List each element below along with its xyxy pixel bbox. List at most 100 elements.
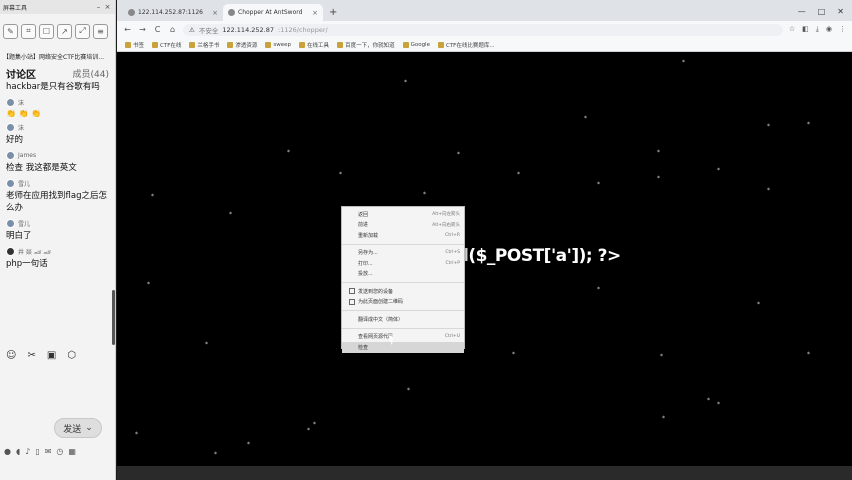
- back-button[interactable]: ←: [123, 25, 132, 34]
- expand-icon[interactable]: ⤢: [75, 23, 90, 39]
- bookmark-item[interactable]: 百度一下，你就知道: [337, 41, 395, 49]
- chat-toolbar: ✎ ⌗ ☐ ↗ ⤢ ≡: [0, 14, 115, 48]
- avatar[interactable]: [6, 151, 15, 160]
- chevron-down-icon[interactable]: ⌄: [85, 423, 93, 433]
- reload-button[interactable]: C: [153, 25, 162, 34]
- volume-icon[interactable]: ◖: [16, 447, 20, 456]
- security-label: 不安全: [198, 26, 219, 35]
- bookmark-item[interactable]: 兰格手书: [189, 41, 219, 49]
- home-button[interactable]: ⌂: [168, 25, 177, 34]
- minimize-button[interactable]: —: [798, 7, 806, 16]
- author-name: James: [18, 152, 37, 159]
- new-tab-button[interactable]: +: [323, 7, 343, 21]
- minimize-icon[interactable]: –: [94, 3, 103, 11]
- send-button[interactable]: 发送 ⌄: [54, 418, 102, 438]
- close-icon[interactable]: ×: [103, 3, 112, 11]
- profile-icon[interactable]: ◉: [826, 25, 832, 34]
- context-menu-item[interactable]: 为此页面创建二维码: [342, 297, 464, 308]
- star-decoration: *: [512, 351, 515, 358]
- extension-icon[interactable]: ◧: [802, 25, 809, 34]
- close-tab-icon[interactable]: ×: [212, 9, 218, 17]
- device-icon: [349, 288, 355, 295]
- forward-button[interactable]: →: [138, 25, 147, 34]
- settings-icon[interactable]: ⬡: [67, 350, 76, 361]
- device-icon: [349, 298, 355, 305]
- bookmark-item[interactable]: 在线工具: [299, 41, 329, 49]
- bookmark-item[interactable]: 书签: [125, 41, 144, 49]
- context-menu-item[interactable]: 重新加载 Ctrl+R: [342, 230, 464, 241]
- star-decoration: *: [214, 451, 217, 458]
- context-menu-item[interactable]: 投放...: [342, 269, 464, 280]
- star-decoration: *: [657, 175, 660, 182]
- list-icon[interactable]: ≡: [93, 23, 108, 39]
- mic-icon[interactable]: ●: [4, 447, 11, 456]
- url-path: :1126/chopper/: [278, 25, 328, 34]
- author-name: 井 燚 🏎 🏎: [18, 249, 51, 256]
- context-menu-item[interactable]: 查看网页源代码 Ctrl+U: [342, 332, 464, 343]
- crop-icon[interactable]: ⌗: [21, 23, 36, 39]
- bookmark-item[interactable]: Google: [402, 41, 430, 48]
- context-menu-item[interactable]: 返回 Alt+向左箭头: [342, 209, 464, 220]
- folder-icon: [437, 41, 444, 48]
- doc-icon[interactable]: ▯: [35, 447, 39, 456]
- star-decoration: *: [205, 341, 208, 348]
- music-icon[interactable]: ♪: [25, 447, 30, 456]
- grid-icon[interactable]: ▦: [68, 447, 76, 456]
- message-author: James: [0, 149, 115, 162]
- mail-icon[interactable]: ✉: [45, 447, 52, 456]
- maximize-button[interactable]: □: [818, 7, 826, 16]
- avatar[interactable]: [6, 219, 15, 228]
- bookmark-item[interactable]: sweep: [265, 41, 291, 48]
- context-menu-item[interactable]: 发送到您的设备: [342, 286, 464, 297]
- context-menu-item[interactable]: 前进 Alt+向右箭头: [342, 220, 464, 231]
- message-list: hackbar是只有谷歌有吗沫 👏 👏 👏 沫好的 James 检查 我这都是英文 雪儿老…: [0, 81, 115, 270]
- page-content: ********************************** l($_P…: [117, 52, 852, 466]
- star-icon[interactable]: ☆: [789, 25, 795, 34]
- star-decoration: *: [457, 151, 460, 158]
- star-decoration: *: [707, 397, 710, 404]
- clock-icon[interactable]: ◷: [56, 447, 63, 456]
- avatar[interactable]: [6, 247, 15, 256]
- scissors-icon[interactable]: ✂: [27, 350, 35, 361]
- bookmark-label: CTF在线比赛题库...: [445, 42, 495, 49]
- close-tab-icon[interactable]: ×: [312, 9, 318, 17]
- avatar[interactable]: [6, 179, 15, 188]
- star-decoration: *: [517, 171, 520, 178]
- bookmark-item[interactable]: 渗透资源: [227, 41, 257, 49]
- context-menu-item[interactable]: 打印... Ctrl+P: [342, 258, 464, 269]
- chat-scrollbar[interactable]: [112, 290, 115, 345]
- star-decoration: *: [757, 301, 760, 308]
- emoji-icon[interactable]: ☺: [6, 350, 16, 361]
- send-label: 发送: [63, 424, 82, 435]
- menu-icon[interactable]: ⋮: [839, 25, 846, 34]
- star-decoration: *: [151, 193, 154, 200]
- star-decoration: *: [147, 281, 150, 288]
- warning-icon[interactable]: ⚠: [189, 26, 195, 34]
- tab-members[interactable]: 成员(44): [73, 67, 109, 80]
- download-icon[interactable]: ⤓: [816, 25, 819, 34]
- browser-tab-1[interactable]: 122.114.252.87:1126 ×: [123, 4, 223, 21]
- context-menu-item[interactable]: 另存为... Ctrl+S: [342, 248, 464, 259]
- browser-tab-2[interactable]: Chopper At AntSword ×: [223, 4, 323, 21]
- chat-icon[interactable]: ☐: [39, 23, 54, 39]
- menu-separator: [342, 243, 464, 245]
- avatar[interactable]: [6, 98, 15, 107]
- context-menu-item[interactable]: 翻译成中文（简体）: [342, 314, 464, 325]
- tab-discuss[interactable]: 讨论区: [6, 66, 36, 81]
- avatar[interactable]: [6, 123, 15, 132]
- star-decoration: *: [717, 167, 720, 174]
- menu-separator: [342, 310, 464, 311]
- pen-icon[interactable]: ✎: [3, 23, 18, 39]
- address-bar[interactable]: ⚠ 不安全 122.114.252.87:1126/chopper/: [183, 23, 783, 36]
- context-menu-item[interactable]: 检查: [342, 342, 464, 353]
- folder-icon: [227, 41, 234, 48]
- share-icon[interactable]: ↗: [57, 23, 72, 39]
- message-text: 好的: [6, 135, 24, 145]
- bookmark-item[interactable]: CTF在线: [152, 41, 181, 49]
- chat-panel: 屏幕工具 – × ✎ ⌗ ☐ ↗ ⤢ ≡ 【题集小站】网络安全CTF比赛培训..…: [0, 0, 116, 480]
- menu-item-shortcut: Alt+向左箭头: [432, 212, 460, 218]
- message-text: 老师在应用找到flag之后怎么办: [6, 191, 107, 213]
- bookmark-item[interactable]: CTF在线比赛题库...: [437, 41, 495, 49]
- close-window-button[interactable]: ✕: [837, 7, 844, 16]
- image-icon[interactable]: ▣: [47, 350, 56, 361]
